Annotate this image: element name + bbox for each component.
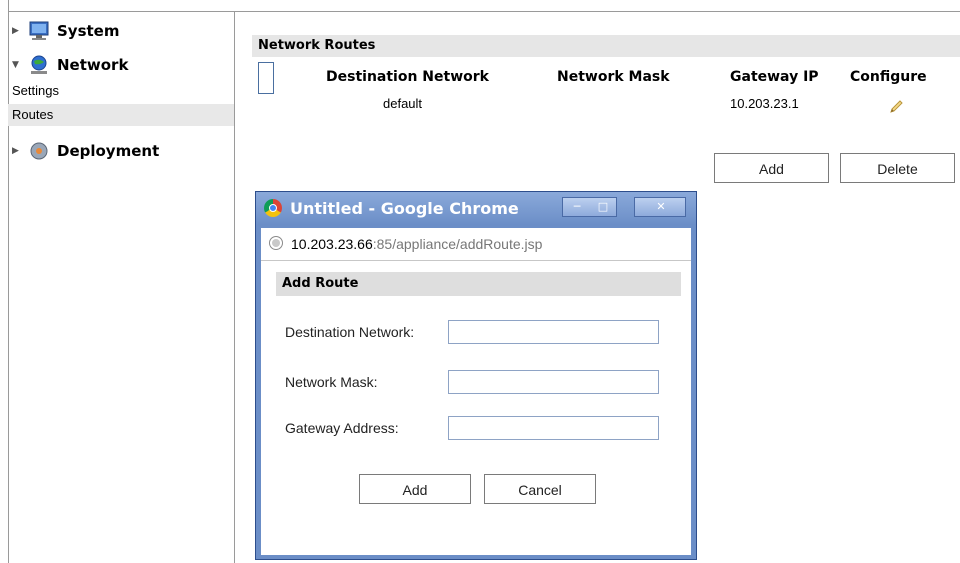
- window-titlebar[interactable]: Untitled - Google Chrome ─ □ ✕: [256, 192, 696, 225]
- pencil-edit-icon[interactable]: [888, 96, 904, 113]
- url-host: 10.203.23.66: [291, 236, 373, 252]
- chrome-logo-icon: [264, 199, 282, 217]
- close-icon[interactable]: ✕: [649, 198, 673, 216]
- gateway-address-input[interactable]: [448, 416, 659, 440]
- table-header-row: Destination Network Network Mask Gateway…: [252, 62, 960, 94]
- destination-network-input[interactable]: [448, 320, 659, 344]
- column-header-destination[interactable]: Destination Network: [326, 62, 489, 92]
- routes-table: Destination Network Network Mask Gateway…: [252, 62, 960, 119]
- deployment-gear-icon: [30, 142, 48, 160]
- chrome-popup-window: Untitled - Google Chrome ─ □ ✕ 10.203.23…: [255, 191, 697, 560]
- add-route-button[interactable]: Add: [714, 153, 829, 183]
- expand-arrow-icon[interactable]: ▶: [12, 26, 22, 36]
- column-header-gateway[interactable]: Gateway IP: [730, 62, 819, 92]
- minimize-icon[interactable]: ─: [565, 198, 589, 216]
- maximize-icon[interactable]: □: [591, 198, 615, 216]
- collapse-arrow-icon[interactable]: ▼: [12, 60, 22, 70]
- network-globe-icon: [31, 55, 47, 74]
- sidebar-item-label: Deployment: [57, 142, 160, 160]
- gateway-address-label: Gateway Address:: [285, 420, 399, 436]
- window-title: Untitled - Google Chrome: [290, 199, 519, 218]
- destination-network-label: Destination Network:: [285, 324, 415, 340]
- frame-top-border: [8, 11, 960, 12]
- network-mask-label: Network Mask:: [285, 374, 378, 390]
- sidebar-item-settings[interactable]: Settings: [8, 80, 234, 102]
- column-header-mask[interactable]: Network Mask: [557, 62, 670, 92]
- expand-arrow-icon[interactable]: ▶: [12, 146, 22, 156]
- sidebar-item-deployment[interactable]: ▶ Deployment: [12, 138, 159, 164]
- window-min-max-controls: ─ □: [562, 197, 617, 217]
- sidebar-item-network[interactable]: ▼ Network: [12, 52, 128, 78]
- url-path: :85/appliance/addRoute.jsp: [372, 236, 543, 252]
- table-row[interactable]: default 10.203.23.1: [252, 89, 960, 119]
- sidebar-item-label: System: [57, 22, 120, 40]
- cell-gateway: 10.203.23.1: [730, 96, 799, 111]
- form-title: Add Route: [276, 272, 681, 296]
- sidebar-item-routes[interactable]: Routes: [8, 104, 234, 126]
- sidebar-item-system[interactable]: ▶ System: [12, 18, 119, 44]
- delete-route-button[interactable]: Delete: [840, 153, 955, 183]
- address-bar[interactable]: 10.203.23.66:85/appliance/addRoute.jsp: [261, 228, 691, 261]
- page-globe-icon: [269, 236, 283, 250]
- cell-destination: default: [383, 96, 423, 111]
- sidebar-divider: [234, 11, 235, 563]
- window-close-control[interactable]: ✕: [634, 197, 686, 217]
- url-text[interactable]: 10.203.23.66:85/appliance/addRoute.jsp: [291, 228, 542, 260]
- form-cancel-button[interactable]: Cancel: [484, 474, 596, 504]
- panel-title: Network Routes: [252, 35, 960, 57]
- monitor-icon: [29, 21, 49, 40]
- form-add-button[interactable]: Add: [359, 474, 471, 504]
- popup-content: 10.203.23.66:85/appliance/addRoute.jsp A…: [261, 228, 691, 555]
- column-header-configure: Configure: [850, 69, 927, 85]
- sidebar-item-label: Network: [57, 56, 129, 74]
- network-mask-input[interactable]: [448, 370, 659, 394]
